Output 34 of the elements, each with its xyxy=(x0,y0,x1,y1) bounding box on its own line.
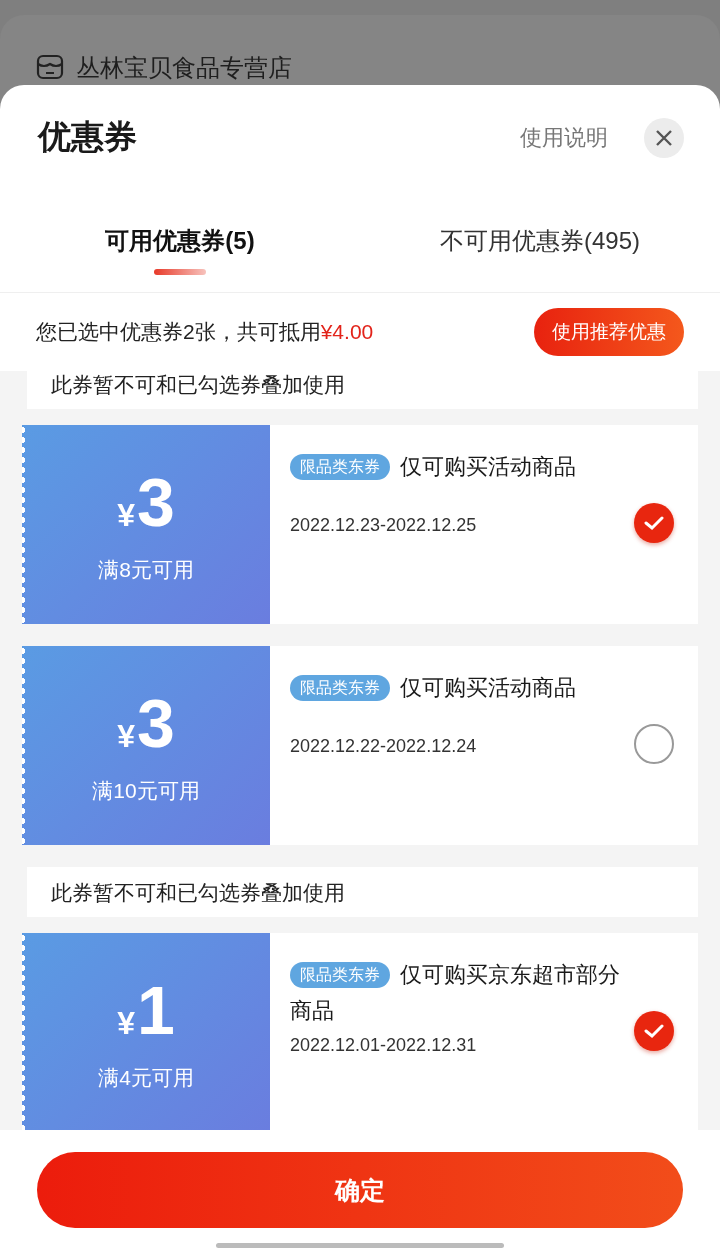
confirm-button[interactable]: 确定 xyxy=(37,1152,683,1228)
coupon-validity: 2022.12.23-2022.12.25 xyxy=(290,515,478,536)
recommend-button[interactable]: 使用推荐优惠 xyxy=(534,308,684,356)
coupon-amount: ¥3 xyxy=(117,465,175,542)
summary-text: 您已选中优惠券2张，共可抵用¥4.00 xyxy=(36,319,374,345)
coupon-scope: 限品类东券 仅可购买活动商品 xyxy=(290,449,634,485)
coupon-checkbox[interactable] xyxy=(634,724,674,764)
coupon-checkbox[interactable] xyxy=(634,503,674,543)
check-icon xyxy=(644,515,664,531)
sheet-title: 优惠券 xyxy=(38,117,138,157)
tab[interactable]: 不可用优惠券(495) xyxy=(360,190,720,292)
coupon-condition: 满10元可用 xyxy=(92,778,200,804)
coupon-validity: 2022.12.22-2022.12.24 xyxy=(290,736,478,757)
coupon-card[interactable]: ¥3 满10元可用 限品类东券 仅可购买活动商品 2022.12.22-2022.12.24 xyxy=(22,646,698,845)
coupon-condition: 满4元可用 xyxy=(98,1065,194,1091)
notice-text: 此券暂不可和已勾选券叠加使用 xyxy=(27,867,698,917)
coupon-card[interactable]: ¥3 满8元可用 限品类东券 仅可购买活动商品 2022.12.23-2022.12.25 xyxy=(22,425,698,624)
store-icon xyxy=(36,53,64,81)
store-name: 丛林宝贝食品专营店 xyxy=(76,53,292,83)
coupon-scope: 限品类东券 仅可购买京东超市部分商品 xyxy=(290,961,621,1025)
coupon-scope: 限品类东券 仅可购买活动商品 xyxy=(290,670,634,706)
notice-text: 此券暂不可和已勾选券叠加使用 xyxy=(27,371,698,409)
tab[interactable]: 可用优惠券(5) xyxy=(0,190,360,292)
coupon-card[interactable]: ¥1 满4元可用 限品类东券 仅可购买京东超市部分商品 2022.12.01-2022.12.31 xyxy=(22,933,698,1130)
coupon-condition: 满8元可用 xyxy=(98,557,194,583)
close-icon xyxy=(655,128,673,147)
coupon-checkbox[interactable] xyxy=(634,1011,674,1051)
coupon-validity: 2022.12.01-2022.12.31 xyxy=(290,1035,478,1056)
coupon-amount: ¥3 xyxy=(117,686,175,763)
close-button[interactable] xyxy=(644,117,684,158)
tab-indicator xyxy=(154,268,206,275)
coupon-amount: ¥1 xyxy=(117,973,175,1050)
help-link[interactable]: 使用说明 xyxy=(520,122,608,153)
check-icon xyxy=(644,1023,664,1039)
